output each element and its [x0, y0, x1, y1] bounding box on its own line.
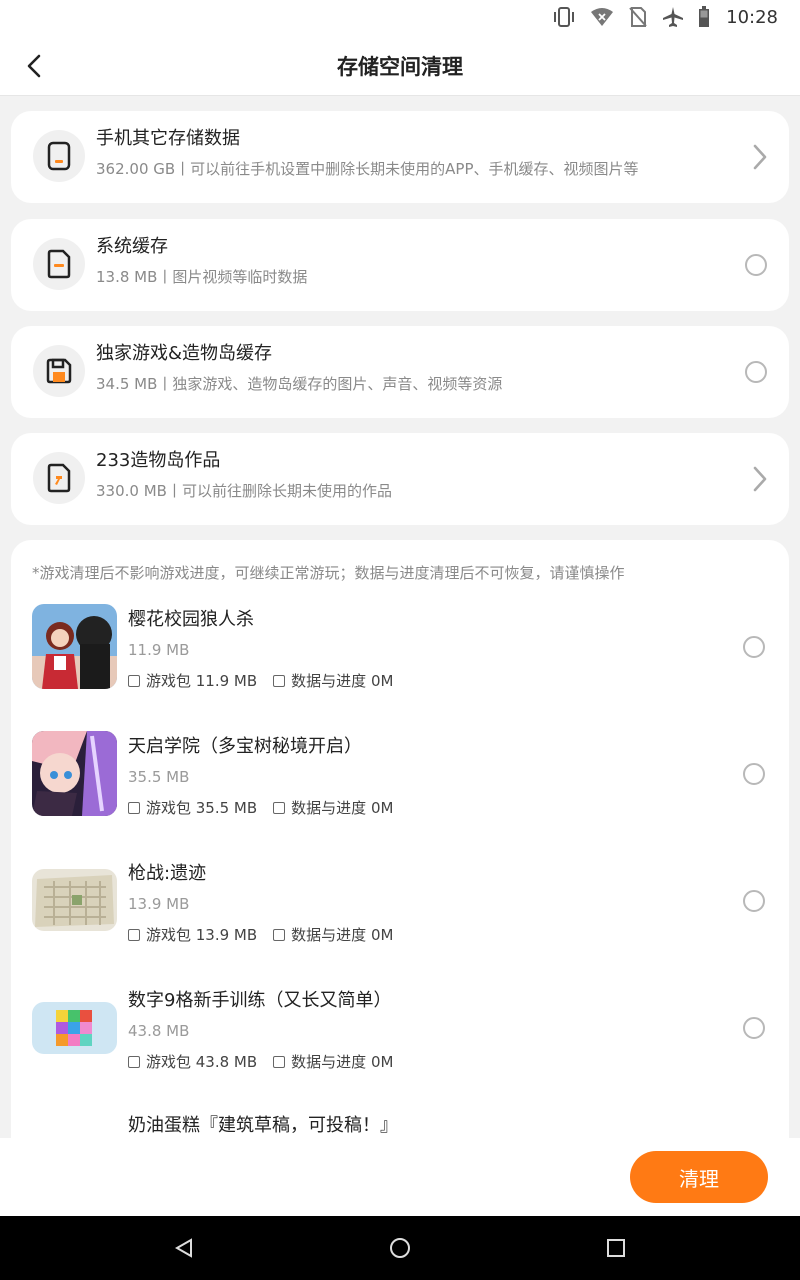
package-label: 游戏包 11.9 MB [146, 672, 258, 690]
app-bar: 存储空间清理 [0, 34, 800, 96]
select-radio[interactable] [743, 890, 765, 912]
checkbox[interactable] [273, 1055, 286, 1068]
system-nav-bar [0, 1216, 800, 1280]
package-label: 游戏包 35.5 MB [146, 799, 258, 817]
package-option[interactable]: 游戏包 13.9 MB [128, 924, 257, 945]
wifi-icon [590, 6, 614, 28]
nav-home-button[interactable] [384, 1232, 416, 1264]
package-label: 游戏包 43.8 MB [146, 1053, 258, 1071]
phone-storage-icon [33, 130, 85, 182]
game-thumbnail [32, 1002, 117, 1054]
select-radio[interactable] [743, 1017, 765, 1039]
checkbox[interactable] [128, 928, 140, 941]
data-progress-label: 数据与进度 0M [291, 799, 394, 817]
games-list-card: *游戏清理后不影响游戏进度，可继续正常游玩；数据与进度清理后不可恢复，请谨慎操作… [11, 540, 789, 1140]
category-subtitle: 330.0 MB丨可以前往删除长期未使用的作品 [96, 482, 392, 500]
game-size: 13.9 MB [128, 895, 190, 913]
status-icons: 10:28 [552, 6, 778, 28]
checkbox[interactable] [128, 1055, 140, 1068]
game-size: 43.8 MB [128, 1022, 190, 1040]
page-title: 存储空间清理 [337, 55, 463, 79]
data-progress-option[interactable]: 数据与进度 0M [273, 1051, 393, 1072]
category-title: 系统缓存 [96, 236, 168, 257]
vibrate-icon [552, 6, 576, 28]
game-size: 35.5 MB [128, 768, 190, 786]
data-progress-label: 数据与进度 0M [291, 926, 394, 944]
game-name: 樱花校园狼人杀 [128, 609, 254, 630]
chevron-right-icon [753, 466, 767, 492]
game-options: 游戏包 13.9 MB 数据与进度 0M [128, 924, 393, 945]
nav-back-button[interactable] [168, 1232, 200, 1264]
game-row[interactable]: 樱花校园狼人杀 11.9 MB 游戏包 11.9 MB 数据与进度 0M [11, 604, 789, 731]
category-subtitle: 13.8 MB丨图片视频等临时数据 [96, 268, 308, 286]
select-radio[interactable] [743, 636, 765, 658]
category-title: 手机其它存储数据 [96, 128, 240, 149]
package-option[interactable]: 游戏包 11.9 MB [128, 670, 257, 691]
data-progress-option[interactable]: 数据与进度 0M [273, 670, 393, 691]
game-size: 11.9 MB [128, 641, 190, 659]
clock-time: 10:28 [726, 6, 778, 28]
no-sim-icon [628, 6, 648, 28]
category-subtitle: 362.00 GB丨可以前往手机设置中删除长期未使用的APP、手机缓存、视频图片… [96, 160, 639, 178]
data-progress-option[interactable]: 数据与进度 0M [273, 924, 393, 945]
nav-back-icon [174, 1238, 192, 1258]
checkbox[interactable] [273, 674, 286, 687]
nav-recents-icon [607, 1239, 625, 1257]
select-radio[interactable] [745, 361, 767, 383]
category-title: 独家游戏&造物岛缓存 [96, 343, 273, 364]
nav-home-icon [390, 1238, 410, 1258]
hammer-file-icon [33, 452, 85, 504]
checkbox[interactable] [128, 801, 140, 814]
document-icon [33, 238, 85, 290]
status-bar: 10:28 [0, 0, 800, 34]
clean-button[interactable]: 清理 [630, 1151, 768, 1203]
airplane-mode-icon [662, 6, 684, 28]
bottom-action-bar: 清理 [0, 1138, 800, 1216]
data-progress-option[interactable]: 数据与进度 0M [273, 797, 393, 818]
cleanup-notice: *游戏清理后不影响游戏进度，可继续正常游玩；数据与进度清理后不可恢复，请谨慎操作 [32, 564, 625, 582]
category-other-storage[interactable]: 手机其它存储数据 362.00 GB丨可以前往手机设置中删除长期未使用的APP、… [11, 111, 789, 203]
game-thumbnail [32, 869, 117, 931]
data-progress-label: 数据与进度 0M [291, 672, 394, 690]
game-row[interactable]: 枪战:遗迹 13.9 MB 游戏包 13.9 MB 数据与进度 0M [11, 858, 789, 985]
save-disk-icon [33, 345, 85, 397]
game-row[interactable]: 数字9格新手训练（又长又简单） 43.8 MB 游戏包 43.8 MB 数据与进… [11, 985, 789, 1112]
package-label: 游戏包 13.9 MB [146, 926, 258, 944]
nav-recents-button[interactable] [600, 1232, 632, 1264]
category-exclusive-game-cache[interactable]: 独家游戏&造物岛缓存 34.5 MB丨独家游戏、造物岛缓存的图片、声音、视频等资… [11, 326, 789, 418]
data-progress-label: 数据与进度 0M [291, 1053, 394, 1071]
checkbox[interactable] [128, 674, 140, 687]
select-radio[interactable] [745, 254, 767, 276]
game-thumbnail [32, 731, 117, 816]
game-options: 游戏包 11.9 MB 数据与进度 0M [128, 670, 393, 691]
game-options: 游戏包 35.5 MB 数据与进度 0M [128, 797, 393, 818]
game-row[interactable]: 天启学院（多宝树秘境开启） 35.5 MB 游戏包 35.5 MB 数据与进度 … [11, 731, 789, 858]
category-title: 233造物岛作品 [96, 450, 221, 471]
game-name: 天启学院（多宝树秘境开启） [128, 736, 362, 757]
package-option[interactable]: 游戏包 43.8 MB [128, 1051, 257, 1072]
chevron-right-icon [753, 144, 767, 170]
battery-icon [698, 6, 710, 28]
checkbox[interactable] [273, 928, 286, 941]
category-system-cache[interactable]: 系统缓存 13.8 MB丨图片视频等临时数据 [11, 219, 789, 311]
game-options: 游戏包 43.8 MB 数据与进度 0M [128, 1051, 393, 1072]
category-subtitle: 34.5 MB丨独家游戏、造物岛缓存的图片、声音、视频等资源 [96, 375, 503, 393]
game-name: 枪战:遗迹 [128, 863, 207, 884]
game-name: 数字9格新手训练（又长又简单） [128, 990, 392, 1011]
checkbox[interactable] [273, 801, 286, 814]
category-233-island-works[interactable]: 233造物岛作品 330.0 MB丨可以前往删除长期未使用的作品 [11, 433, 789, 525]
package-option[interactable]: 游戏包 35.5 MB [128, 797, 257, 818]
game-name-partial: 奶油蛋糕『建筑草稿，可投稿！』 [128, 1115, 398, 1136]
select-radio[interactable] [743, 763, 765, 785]
game-thumbnail [32, 604, 117, 689]
